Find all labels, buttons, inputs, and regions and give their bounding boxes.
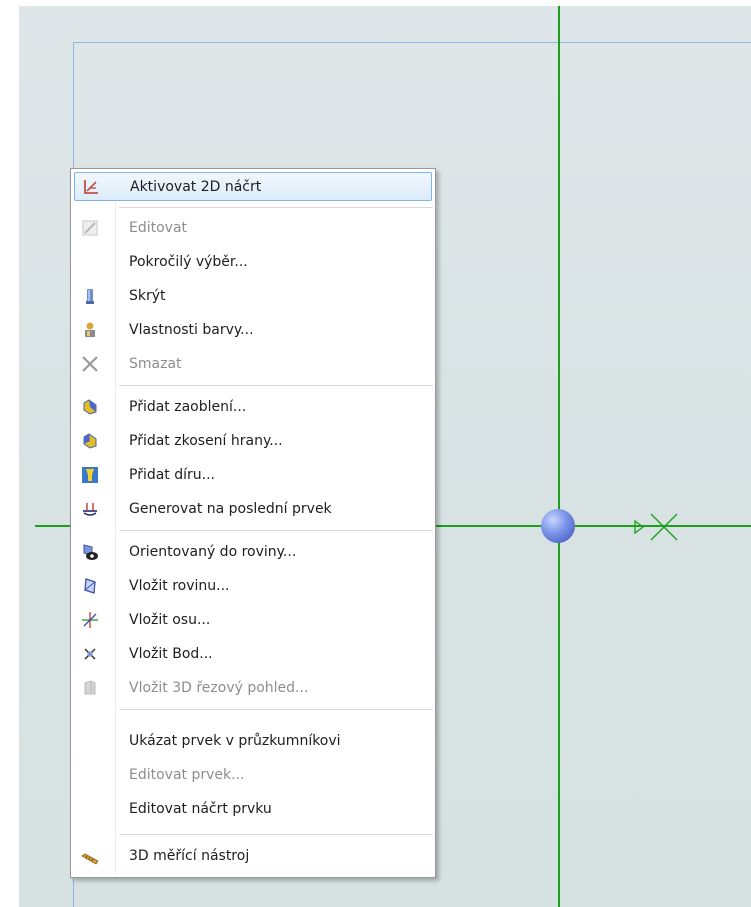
menu-separator xyxy=(119,207,433,208)
menu-item-edit-feature-sketch[interactable]: Editovat náčrt prvku xyxy=(74,795,432,824)
menu-item-delete[interactable]: Smazat xyxy=(74,350,432,379)
menu-item-label: Vložit rovinu... xyxy=(129,578,230,594)
menu-separator xyxy=(119,385,433,386)
menu-item-insert-point[interactable]: Vložit Bod... xyxy=(74,640,432,669)
menu-item-label: Přidat díru... xyxy=(129,467,216,483)
menu-item-label: Pokročilý výběr... xyxy=(129,254,248,270)
sketch-frame-top-edge xyxy=(73,42,751,43)
menu-item-label: 3D měřící nástroj xyxy=(129,848,250,864)
context-menu: Aktivovat 2D náčrt Editovat Pokročilý vý… xyxy=(70,168,436,878)
menu-item-label: Orientovaný do roviny... xyxy=(129,544,297,560)
orient-to-plane-icon xyxy=(81,543,99,561)
menu-item-insert-axis[interactable]: Vložit osu... xyxy=(74,606,432,635)
menu-item-label: Přidat zkosení hrany... xyxy=(129,433,283,449)
menu-item-color-properties[interactable]: Vlastnosti barvy... xyxy=(74,316,432,345)
menu-separator xyxy=(119,709,433,710)
menu-item-activate-2d-sketch[interactable]: Aktivovat 2D náčrt xyxy=(74,172,432,201)
menu-item-show-in-explorer[interactable]: Ukázat prvek v průzkumníkovi xyxy=(74,727,432,756)
delete-x-icon xyxy=(81,355,99,373)
hole-icon xyxy=(81,466,99,484)
menu-item-insert-plane[interactable]: Vložit rovinu... xyxy=(74,572,432,601)
edit-pencil-icon xyxy=(81,219,99,237)
menu-item-label: Editovat náčrt prvku xyxy=(129,801,272,817)
section-view-icon xyxy=(81,679,99,697)
menu-item-label: Vložit osu... xyxy=(129,612,211,628)
menu-item-add-chamfer[interactable]: Přidat zkosení hrany... xyxy=(74,427,432,456)
menu-item-label: Vložit Bod... xyxy=(129,646,213,662)
menu-item-label: Editovat prvek... xyxy=(129,767,245,783)
menu-item-generate-last-feature[interactable]: Generovat na poslední prvek xyxy=(74,495,432,524)
menu-item-label: Skrýt xyxy=(129,288,166,304)
menu-item-insert-3d-section-view[interactable]: Vložit 3D řezový pohled... xyxy=(74,674,432,703)
menu-separator xyxy=(119,530,433,531)
menu-item-hide[interactable]: Skrýt xyxy=(74,282,432,311)
menu-item-label: Vložit 3D řezový pohled... xyxy=(129,680,309,696)
insert-axis-icon xyxy=(81,611,99,629)
insert-point-icon xyxy=(81,645,99,663)
fillet-icon xyxy=(81,398,99,416)
menu-item-label: Generovat na poslední prvek xyxy=(129,501,332,517)
menu-item-label: Vlastnosti barvy... xyxy=(129,322,254,338)
menu-item-3d-measure-tool[interactable]: 3D měřící nástroj xyxy=(74,842,432,871)
menu-item-label: Ukázat prvek v průzkumníkovi xyxy=(129,733,341,749)
menu-item-add-fillet[interactable]: Přidat zaoblení... xyxy=(74,393,432,422)
axis-direction-marker-icon xyxy=(634,513,678,541)
menu-item-edit[interactable]: Editovat xyxy=(74,214,432,243)
origin-point[interactable] xyxy=(541,509,575,543)
menu-item-add-hole[interactable]: Přidat díru... xyxy=(74,461,432,490)
color-properties-icon xyxy=(81,321,99,339)
vertical-axis-line[interactable] xyxy=(558,6,560,907)
menu-item-label: Přidat zaoblení... xyxy=(129,399,247,415)
menu-item-advanced-select[interactable]: Pokročilý výběr... xyxy=(74,248,432,277)
menu-separator xyxy=(119,834,433,835)
hide-icon xyxy=(81,287,99,305)
menu-item-label: Aktivovat 2D náčrt xyxy=(130,179,262,195)
menu-item-edit-feature[interactable]: Editovat prvek... xyxy=(74,761,432,790)
menu-item-orient-to-plane[interactable]: Orientovaný do roviny... xyxy=(74,538,432,567)
menu-item-label: Editovat xyxy=(129,220,188,236)
generate-last-feature-icon xyxy=(81,500,99,518)
chamfer-icon xyxy=(81,432,99,450)
measure-tool-icon xyxy=(81,847,99,865)
menu-item-label: Smazat xyxy=(129,356,182,372)
activate-sketch-icon xyxy=(82,178,100,196)
insert-plane-icon xyxy=(81,577,99,595)
